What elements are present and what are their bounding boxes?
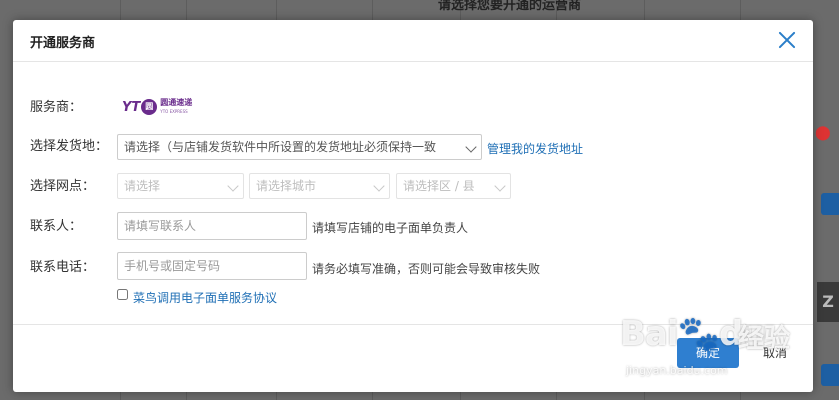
branch-district-select[interactable]: 请选择区 / 县	[396, 173, 511, 199]
background-header-text: 请选择您要开通的运营商	[438, 0, 582, 13]
dialog-title: 开通服务商	[30, 36, 96, 51]
chevron-down-icon	[465, 141, 477, 153]
contact-input[interactable]	[117, 212, 307, 240]
background-open-button[interactable]	[821, 364, 839, 386]
agreement-link[interactable]: 菜鸟调用电子面单服务协议	[133, 289, 277, 306]
ship-from-label: 选择发货地：	[30, 139, 109, 154]
dialog-footer-divider	[13, 324, 813, 325]
contact-hint: 请填写店铺的电子面单负责人	[312, 221, 469, 235]
branch-province-select[interactable]: 请选择	[117, 173, 244, 199]
logo-cn: 圆通速递 YTO EXPRESS	[160, 98, 192, 116]
confirm-button[interactable]: 确定	[677, 338, 739, 368]
branch-city-select[interactable]: 请选择城市	[249, 173, 390, 199]
ship-from-select[interactable]: 请选择（与店铺发货软件中所设置的发货地址必须保持一致	[117, 134, 482, 160]
close-icon[interactable]	[777, 30, 797, 50]
ship-from-select-value: 请选择（与店铺发货软件中所设置的发货地址必须保持一致	[124, 140, 437, 154]
branch-province-value: 请选择	[124, 179, 161, 193]
chevron-down-icon	[494, 180, 506, 192]
logo-badge: 圆	[141, 99, 158, 115]
background-carrier-logo: ⬤	[815, 125, 831, 141]
chevron-down-icon	[373, 180, 385, 192]
provider-label: 服务商：	[30, 100, 83, 115]
phone-input[interactable]	[117, 252, 307, 280]
contact-label: 联系人：	[30, 219, 83, 234]
manage-shipping-address-link[interactable]: 管理我的发货地址	[487, 140, 583, 157]
logo-cn-name: 圆通速递	[160, 98, 193, 107]
dialog-header: 开通服务商	[13, 20, 813, 62]
phone-hint: 请务必填写准确，否则可能会导致审核失败	[312, 262, 541, 276]
open-service-provider-dialog: 开通服务商 服务商： YT 圆 圆通速递 YTO EXPRESS 选择发货地： …	[13, 20, 813, 392]
branch-district-value: 请选择区 / 县	[403, 179, 475, 193]
yto-express-logo: YT 圆 圆通速递 YTO EXPRESS	[122, 98, 204, 116]
cancel-button[interactable]: 取消	[747, 338, 803, 368]
logo-text: YT	[122, 99, 141, 115]
branch-city-value: 请选择城市	[256, 179, 317, 193]
phone-label: 联系电话：	[30, 260, 96, 275]
background-open-button[interactable]	[821, 193, 839, 215]
branch-label: 选择网点：	[30, 179, 96, 194]
background-carrier-logo-2: Z	[817, 282, 839, 322]
agreement-checkbox[interactable]	[117, 289, 128, 300]
logo-en-name: YTO EXPRESS	[160, 109, 188, 114]
chevron-down-icon	[227, 180, 239, 192]
